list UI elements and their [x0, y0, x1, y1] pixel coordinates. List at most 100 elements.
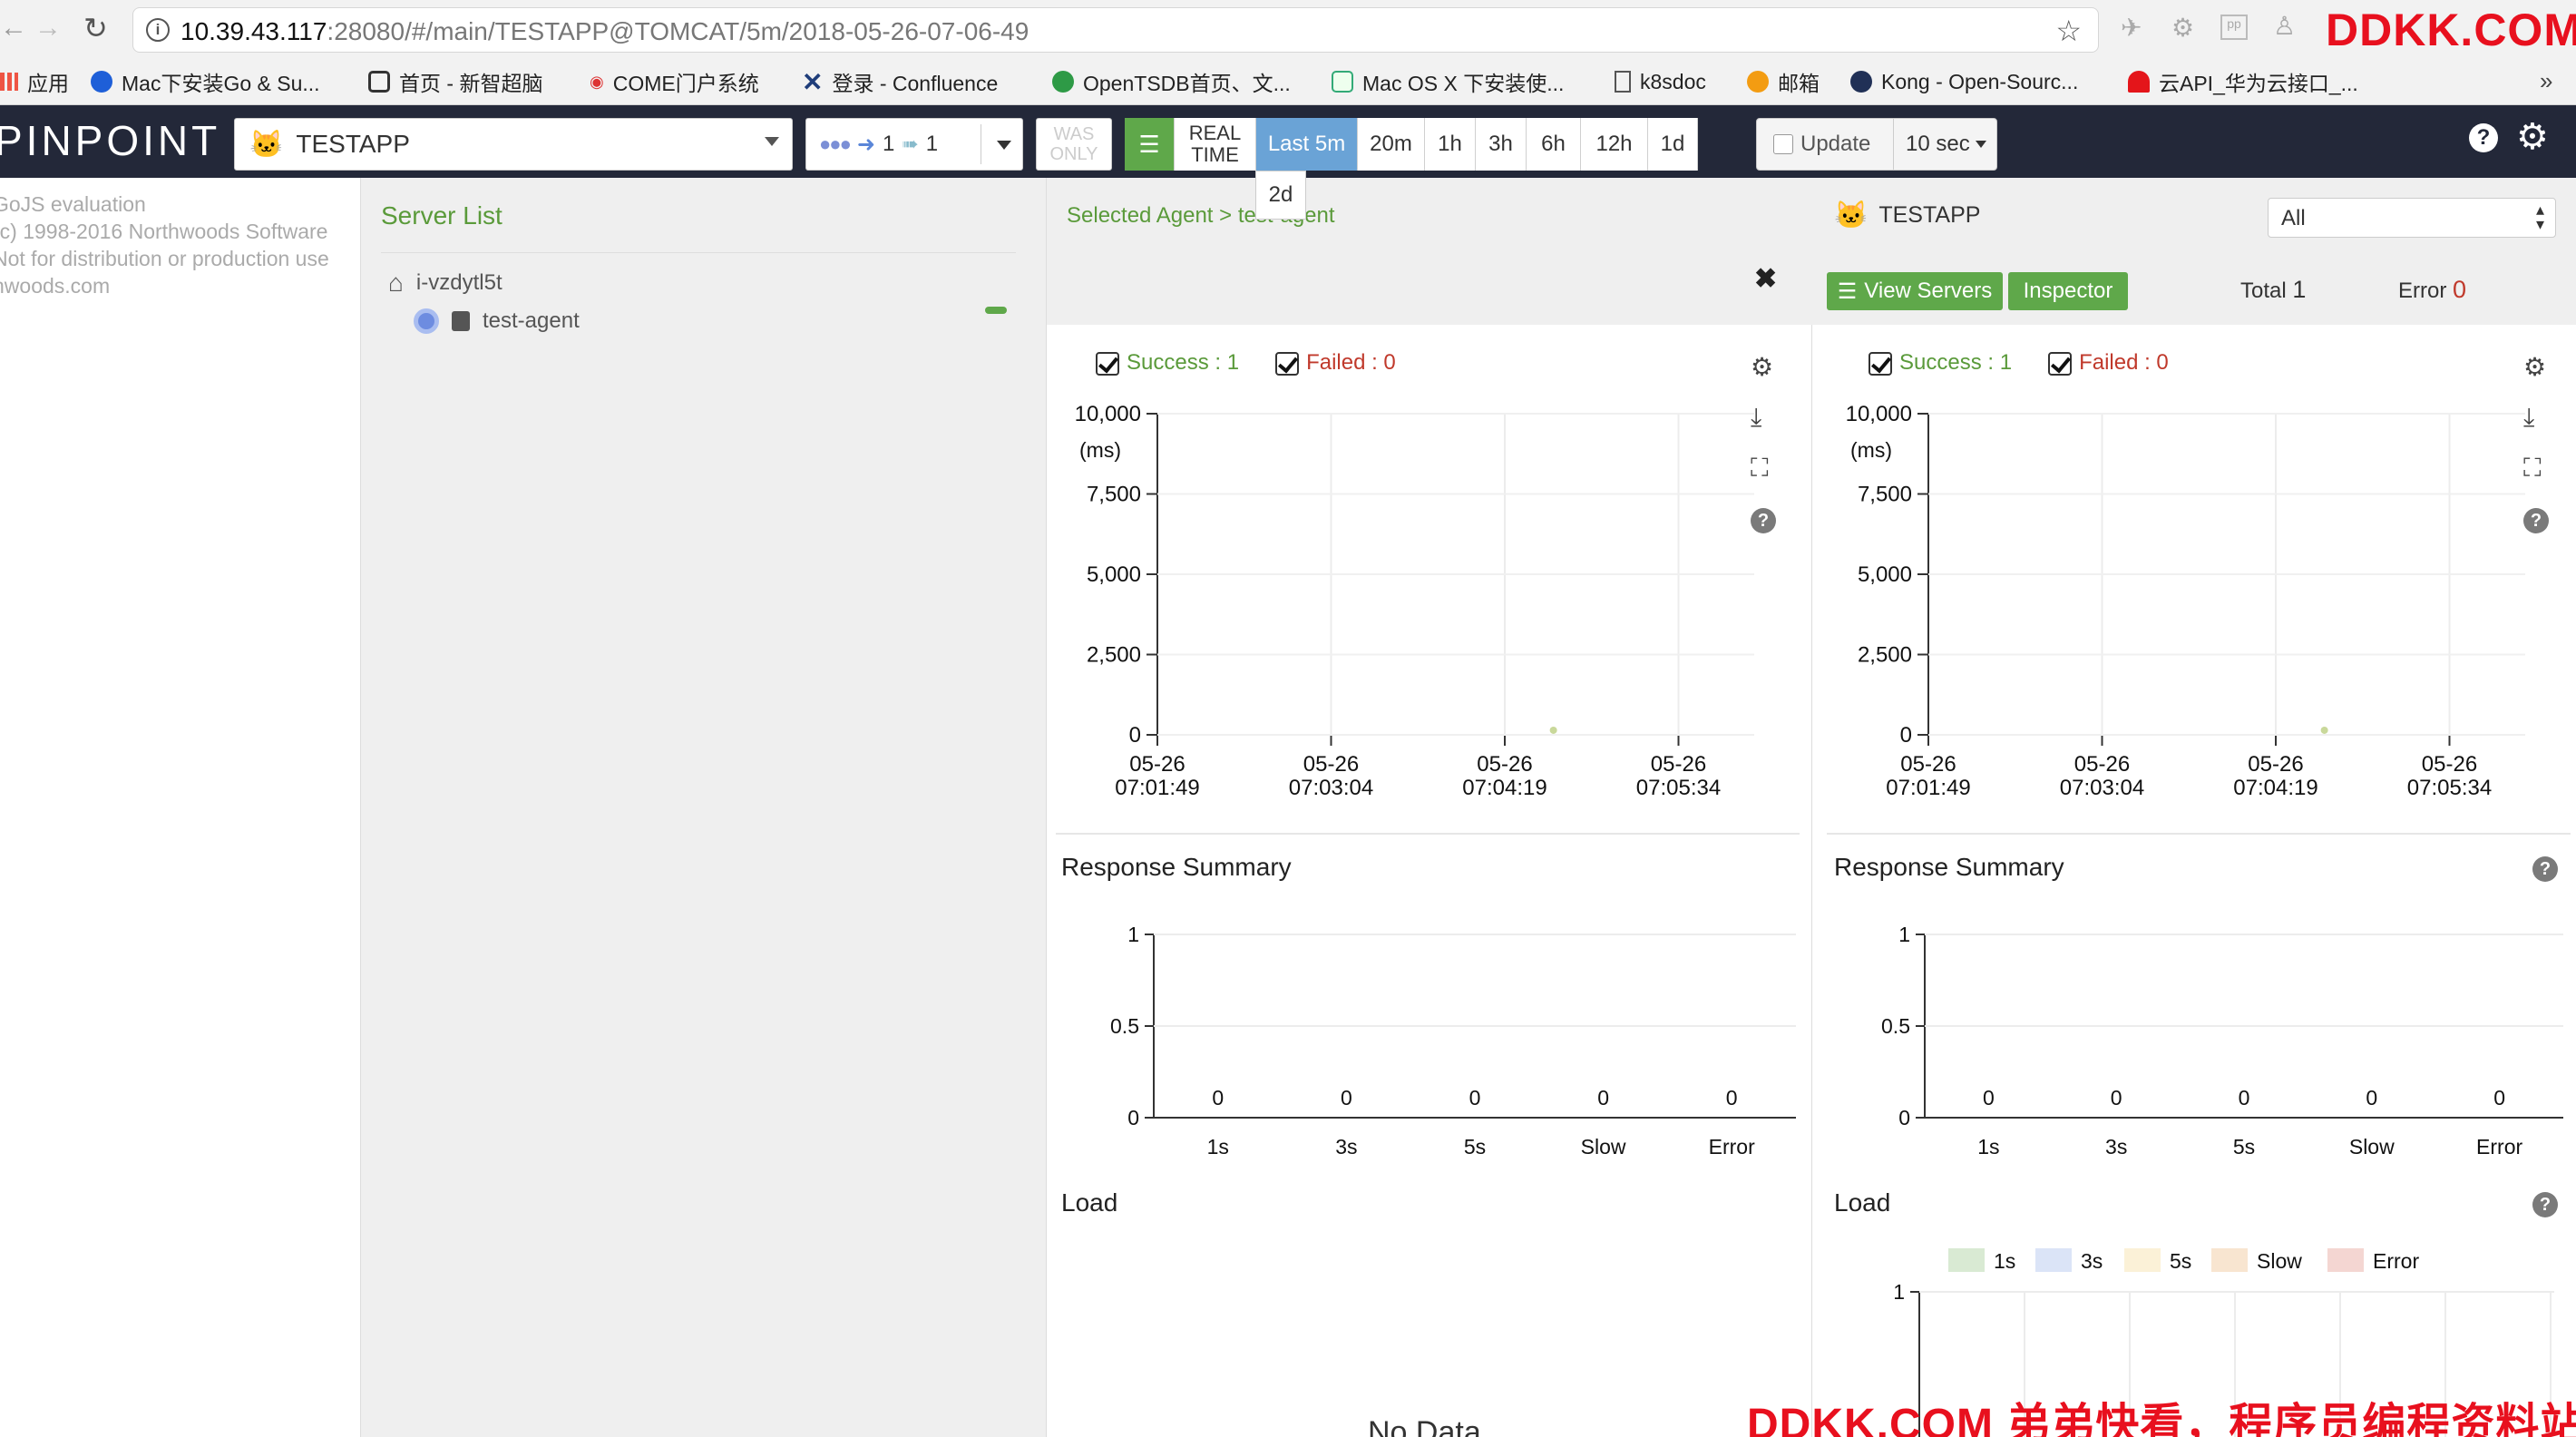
bookmark-kong[interactable]: Kong - Open-Sourc... [1850, 65, 2078, 98]
server-map-area[interactable]: GoJS evaluation (c) 1998-2016 Northwoods… [0, 178, 361, 1437]
more-bookmarks-icon[interactable]: » [2540, 67, 2552, 95]
view-servers-button[interactable]: ☰ View Servers [1827, 272, 2003, 310]
real-time-button[interactable]: REAL TIME [1174, 118, 1255, 171]
help-icon[interactable]: ? [2469, 123, 2498, 152]
list-icon: ☰ [1837, 279, 1858, 304]
application-selector[interactable]: 🐱 TESTAPP [234, 118, 793, 171]
failed-checkbox[interactable] [1275, 351, 1300, 376]
total-count: Total 1 [2240, 276, 2306, 304]
scatter-point [2320, 726, 2328, 734]
host-row[interactable]: ⌂ i-vzdytl5t [388, 269, 503, 298]
gojs-watermark: GoJS evaluation (c) 1998-2016 Northwoods… [0, 191, 329, 299]
browser-toolbar: ← → ↻ i 10.39.43.117:28080/#/main/TESTAP… [0, 0, 2576, 60]
bookmark-huawei[interactable]: 云API_华为云接口_... [2128, 65, 2358, 98]
bookmark-macos[interactable]: Mac OS X 下安装使... [1332, 65, 1564, 98]
app-panel-header: 🐱 TESTAPP All ▴ ▾ ☰ View Servers Inspector… [1812, 178, 2576, 325]
back-icon[interactable]: ← [0, 13, 27, 44]
bookmark-apps[interactable]: 应用 [0, 65, 69, 98]
list-view-button[interactable]: ☰ [1125, 118, 1174, 171]
help-icon[interactable]: ? [1751, 508, 1776, 533]
url-host: 10.39.43.117 [181, 17, 327, 45]
caret-down-icon [1975, 141, 1986, 148]
success-checkbox[interactable] [1096, 351, 1119, 376]
chart-settings-gear-icon[interactable]: ⚙ [2523, 352, 2546, 382]
failed-checkbox[interactable] [2048, 351, 2073, 376]
pinpoint-logo[interactable]: PINPOINT [0, 116, 220, 165]
update-checkbox[interactable] [1773, 134, 1793, 154]
help-icon[interactable]: ? [2532, 1192, 2558, 1217]
help-icon[interactable]: ? [2523, 508, 2549, 533]
kong-icon [1850, 71, 1872, 93]
agent-row[interactable]: test-agent [414, 308, 580, 334]
inbound-depth: 1 [882, 132, 895, 156]
extension-gear-icon[interactable]: ⚙ [2171, 13, 2194, 43]
range-1d[interactable]: 1d [1647, 118, 1698, 171]
y-unit-label: (ms) [1850, 438, 1892, 462]
response-summary-chart-agent[interactable]: 1 0.5 0 0 1s 0 3s 0 5s 0 Slow 0 Error [1047, 916, 1812, 1179]
interval-select[interactable]: 10 sec [1906, 132, 1986, 157]
was-only-toggle[interactable]: WAS ONLY [1036, 118, 1112, 171]
server-list-panel: Server List ⌂ i-vzdytl5t test-agent [361, 178, 1047, 1437]
response-summary-chart-app[interactable]: 1 0.5 0 0 1s 0 3s 0 5s 0 Slow 0 Error [1818, 916, 2576, 1179]
extension-plane-icon[interactable]: ✈ [2121, 13, 2142, 43]
app-failed-filter[interactable]: Failed : 0 [2048, 350, 2169, 376]
update-toggle[interactable]: Update 10 sec [1756, 118, 1997, 171]
x-tick-date: 05-26 [1303, 752, 1359, 777]
bookmark-come[interactable]: ◉ COME门户系统 [590, 65, 759, 98]
range-1h[interactable]: 1h [1424, 118, 1475, 171]
range-12h[interactable]: 12h [1580, 118, 1647, 171]
success-checkbox[interactable] [1869, 351, 1892, 376]
app-title: 🐱 TESTAPP [1834, 200, 1980, 231]
inbound-dots-icon: ●●● [819, 132, 852, 155]
inspector-button[interactable]: Inspector [2008, 272, 2128, 310]
reload-icon[interactable]: ↻ [83, 11, 108, 45]
fullscreen-icon[interactable]: ⛶ [2523, 454, 2542, 484]
bookmark-mail[interactable]: 邮箱 [1747, 65, 1820, 98]
agent-failed-filter[interactable]: Failed : 0 [1275, 350, 1396, 376]
extension-box-icon[interactable]: pp [2220, 15, 2248, 40]
range-label: 20m [1370, 132, 1412, 156]
range-last-5m[interactable]: Last 5m [1255, 118, 1357, 171]
chevron-down-icon [997, 141, 1011, 150]
error-label: Error [2398, 279, 2447, 303]
tomcat-icon: 🐱 [1834, 200, 1869, 230]
chart-settings-gear-icon[interactable]: ⚙ [1751, 352, 1773, 382]
arrow-right-icon: ➜ [856, 132, 875, 157]
agent-filter-select[interactable]: All ▴ ▾ [2268, 198, 2556, 238]
bookmark-mac-go[interactable]: Mac下安装Go & Su... [91, 65, 320, 98]
y-tick-label: 1 [1893, 1280, 1905, 1304]
bar-value-label: 0 [2111, 1086, 2122, 1110]
bookmark-confluence[interactable]: ✕ 登录 - Confluence [802, 65, 998, 98]
update-label: Update [1800, 132, 1871, 156]
gojs-line: Not for distribution or production use [0, 247, 329, 270]
range-3h[interactable]: 3h [1475, 118, 1526, 171]
bookmark-label: 邮箱 [1778, 72, 1820, 95]
close-icon[interactable]: ✖ [1754, 263, 1777, 295]
server-list-divider [381, 252, 1016, 253]
range-2d-option[interactable]: 2d [1255, 171, 1306, 220]
bookmark-star-icon[interactable]: ☆ [2055, 14, 2082, 48]
settings-gear-icon[interactable]: ⚙ [2516, 116, 2549, 158]
bookmark-k8sdoc[interactable]: k8sdoc [1615, 65, 1706, 98]
y-tick-label: 0 [1129, 723, 1141, 748]
extension-person-icon[interactable]: ♙ [2273, 11, 2296, 41]
scatter-chart-agent[interactable]: 05-2607:01:4905-2607:03:0405-2607:04:190… [1047, 399, 1754, 826]
app-success-filter[interactable]: Success : 1 [1869, 350, 2012, 376]
address-bar[interactable]: i 10.39.43.117:28080/#/main/TESTAPP@TOMC… [132, 7, 2099, 53]
info-icon[interactable]: i [146, 18, 170, 42]
range-20m[interactable]: 20m [1357, 118, 1424, 171]
bookmark-xinzhi[interactable]: 首页 - 新智超脑 [368, 65, 542, 98]
depth-selector[interactable]: ●●● ➜ 1 ➠ 1 [805, 118, 1023, 171]
help-icon[interactable]: ? [2532, 856, 2558, 882]
range-6h[interactable]: 6h [1526, 118, 1580, 171]
chevron-down-icon [765, 137, 779, 146]
agent-load-title: Load [1061, 1188, 1118, 1217]
app-divider [1827, 833, 2571, 835]
agent-success-filter[interactable]: Success : 1 [1096, 350, 1239, 376]
x-category-label: 5s [1464, 1135, 1486, 1158]
agent-radio-icon[interactable] [414, 308, 439, 334]
scatter-chart-app[interactable]: 05-2607:01:4905-2607:03:0405-2607:04:190… [1818, 399, 2525, 826]
bookmark-opentsdb[interactable]: OpenTSDB首页、文... [1052, 65, 1291, 98]
scatter-point [1549, 726, 1557, 734]
forward-icon[interactable]: → [34, 13, 62, 44]
